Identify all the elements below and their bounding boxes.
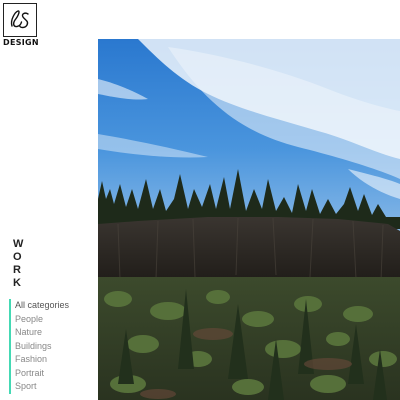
- logo-monogram: [3, 3, 37, 37]
- category-nature[interactable]: Nature: [9, 326, 69, 340]
- heading-letter: W: [13, 238, 24, 250]
- landscape-photo: [98, 39, 400, 400]
- page: DESIGN W O R K All categories People Nat…: [0, 0, 400, 400]
- category-portrait[interactable]: Portrait: [9, 366, 69, 380]
- section-heading-work: W O R K: [13, 238, 25, 290]
- category-people[interactable]: People: [9, 312, 69, 326]
- category-all[interactable]: All categories: [9, 299, 69, 313]
- hero-photo[interactable]: [98, 39, 400, 400]
- logo-wordmark: DESIGN: [3, 38, 39, 47]
- category-buildings[interactable]: Buildings: [9, 339, 69, 353]
- heading-letter: O: [13, 251, 22, 263]
- ls-monogram-icon: [10, 10, 29, 29]
- category-sport[interactable]: Sport: [9, 380, 69, 394]
- site-logo[interactable]: DESIGN: [3, 3, 39, 49]
- category-filter-list: All categories People Nature Buildings F…: [9, 299, 69, 394]
- heading-letter: K: [13, 277, 21, 289]
- heading-letter: R: [13, 264, 21, 276]
- category-fashion[interactable]: Fashion: [9, 353, 69, 367]
